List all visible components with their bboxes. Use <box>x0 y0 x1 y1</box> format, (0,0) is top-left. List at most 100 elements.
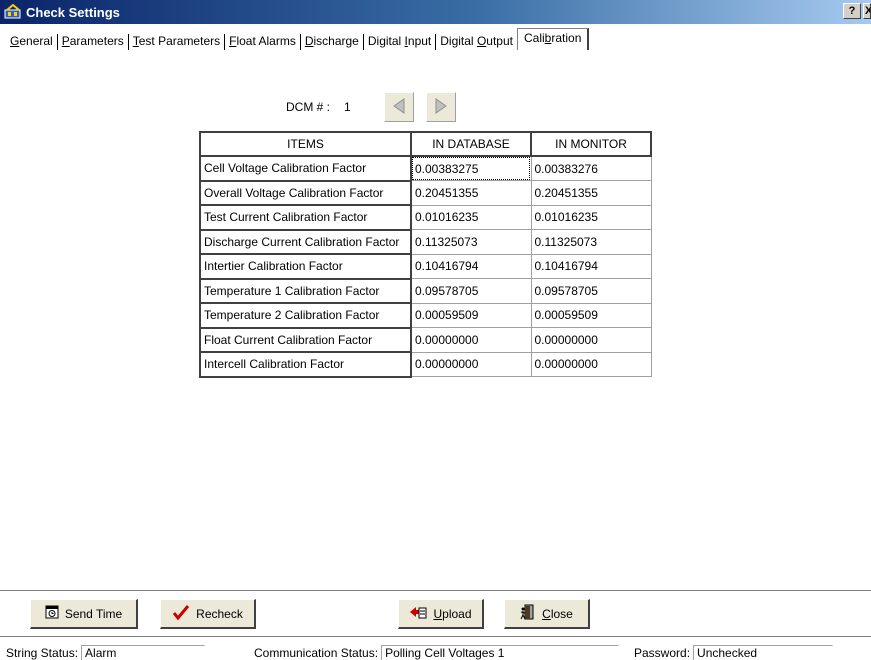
tab-discharge-label-rest: ischarge <box>313 34 359 48</box>
upload-button[interactable]: Upload <box>398 599 484 629</box>
column-header-in-monitor: IN MONITOR <box>530 131 652 157</box>
column-header-items: ITEMS <box>199 131 412 157</box>
table-row: Float Current Calibration Factor 0.00000… <box>199 326 652 353</box>
string-status: String Status: Alarm <box>6 645 206 660</box>
window-close-button[interactable]: X <box>863 3 871 19</box>
table-row: Overall Voltage Calibration Factor 0.204… <box>199 179 652 206</box>
tab-test-parameters-label-rest: est Parameters <box>138 34 221 48</box>
calendar-clock-icon <box>45 605 59 622</box>
recheck-label: Recheck <box>196 606 243 621</box>
upload-icon <box>409 604 427 623</box>
table-row: Temperature 1 Calibration Factor 0.09578… <box>199 277 652 304</box>
communication-status-label: Communication Status: <box>254 646 379 660</box>
tab-float-alarms-label-rest: loat Alarms <box>236 34 296 48</box>
row-item-cell: Discharge Current Calibration Factor <box>199 228 412 255</box>
row-item-cell: Overall Voltage Calibration Factor <box>199 179 412 206</box>
row-monitor-cell: 0.00059509 <box>530 302 652 328</box>
tab-digital-input-label-b: nput <box>407 34 432 48</box>
row-database-cell[interactable]: 0.01016235 <box>410 204 532 230</box>
row-database-cell[interactable]: 0.09578705 <box>410 278 532 304</box>
row-monitor-cell: 0.00383276 <box>530 155 652 181</box>
row-database-cell[interactable]: 0.00383275 <box>410 155 532 181</box>
row-item-cell: Float Current Calibration Factor <box>199 326 412 353</box>
row-monitor-cell: 0.00000000 <box>530 327 652 353</box>
row-monitor-cell: 0.20451355 <box>530 180 652 206</box>
arrow-right-icon <box>434 97 448 117</box>
row-monitor-cell: 0.01016235 <box>530 204 652 230</box>
table-row: Intercell Calibration Factor 0.00000000 … <box>199 351 652 378</box>
row-monitor-cell: 0.09578705 <box>530 278 652 304</box>
arrow-left-icon <box>392 97 406 117</box>
tab-discharge[interactable]: Discharge <box>301 34 364 50</box>
upload-label-accel: U <box>433 606 443 621</box>
tab-digital-output[interactable]: Digital Output <box>436 34 517 50</box>
tab-bar: General Parameters Test Parameters Float… <box>0 24 871 60</box>
password-status-label: Password: <box>634 646 691 660</box>
prev-dcm-button[interactable] <box>384 92 415 122</box>
dcm-value: 1 <box>344 100 351 114</box>
string-status-label: String Status: <box>6 646 79 660</box>
row-item-cell: Test Current Calibration Factor <box>199 204 412 231</box>
tab-digital-output-label-a: Digital <box>440 34 477 48</box>
dcm-selector: DCM # : 1 <box>286 92 468 122</box>
row-database-cell[interactable]: 0.00059509 <box>410 302 532 328</box>
table-row: Intertier Calibration Factor 0.10416794 … <box>199 253 652 280</box>
checkmark-icon <box>172 604 190 623</box>
help-button[interactable]: ? <box>843 3 861 19</box>
row-item-cell: Intercell Calibration Factor <box>199 351 412 378</box>
tab-digital-output-label-b: utput <box>486 34 513 48</box>
close-button[interactable]: Close <box>504 599 590 629</box>
column-header-in-database: IN DATABASE <box>410 131 532 157</box>
tab-float-alarms[interactable]: Float Alarms <box>225 34 301 50</box>
row-database-cell[interactable]: 0.11325073 <box>410 229 532 255</box>
tab-digital-input[interactable]: Digital Input <box>364 34 437 50</box>
tab-general[interactable]: General <box>6 34 58 50</box>
close-label: Close <box>542 607 573 621</box>
row-monitor-cell: 0.11325073 <box>530 229 652 255</box>
table-row: Cell Voltage Calibration Factor 0.003832… <box>199 155 652 182</box>
recheck-button[interactable]: Recheck <box>160 599 256 629</box>
row-database-cell[interactable]: 0.00000000 <box>410 327 532 353</box>
next-dcm-button[interactable] <box>426 92 457 122</box>
table-row: Discharge Current Calibration Factor 0.1… <box>199 228 652 255</box>
tab-calibration-label-a: Cali <box>523 31 545 45</box>
row-item-cell: Intertier Calibration Factor <box>199 253 412 280</box>
row-database-cell[interactable]: 0.20451355 <box>410 180 532 206</box>
bottom-separator <box>0 590 871 592</box>
upload-label-rest: pload <box>442 606 472 621</box>
row-item-cell: Cell Voltage Calibration Factor <box>199 155 412 182</box>
row-monitor-cell: 0.00000000 <box>530 351 652 377</box>
tab-calibration-label-b: ration <box>551 31 582 45</box>
send-time-button[interactable]: Send Time <box>30 599 138 629</box>
tab-parameters-label-rest: arameters <box>69 34 124 48</box>
row-item-cell: Temperature 1 Calibration Factor <box>199 277 412 304</box>
communication-status: Communication Status: Polling Cell Volta… <box>254 645 620 660</box>
row-database-cell[interactable]: 0.10416794 <box>410 253 532 279</box>
window-title: Check Settings <box>26 4 120 20</box>
send-time-label: Send Time <box>64 606 123 621</box>
table-header-row: ITEMS IN DATABASE IN MONITOR <box>199 131 652 157</box>
title-bar: Check Settings ? X <box>0 0 871 24</box>
tab-calibration[interactable]: Calibration <box>516 28 590 50</box>
tab-test-parameters[interactable]: Test Parameters <box>129 34 226 50</box>
tab-parameters[interactable]: Parameters <box>58 34 129 50</box>
tab-digital-input-label-a: Digital <box>367 34 405 48</box>
table-row: Temperature 2 Calibration Factor 0.00059… <box>199 302 652 329</box>
password-status: Password: Unchecked <box>634 645 834 660</box>
tab-general-label-rest: eneral <box>19 34 53 48</box>
dcm-label: DCM # : <box>286 100 331 114</box>
row-item-cell: Temperature 2 Calibration Factor <box>199 302 412 329</box>
close-label-accel: C <box>542 606 551 621</box>
battery-app-icon <box>4 3 22 21</box>
upload-label: Upload <box>433 607 471 621</box>
status-separator <box>0 636 871 638</box>
table-row: Test Current Calibration Factor 0.010162… <box>199 204 652 231</box>
communication-status-value: Polling Cell Voltages 1 <box>381 645 620 660</box>
calibration-table: ITEMS IN DATABASE IN MONITOR Cell Voltag… <box>199 131 652 378</box>
string-status-value: Alarm <box>81 645 206 660</box>
door-exit-icon <box>520 604 536 623</box>
row-database-cell[interactable]: 0.00000000 <box>410 351 532 377</box>
row-monitor-cell: 0.10416794 <box>530 253 652 279</box>
close-label-rest: lose <box>550 606 573 621</box>
status-bar: String Status: Alarm Communication Statu… <box>0 640 871 660</box>
